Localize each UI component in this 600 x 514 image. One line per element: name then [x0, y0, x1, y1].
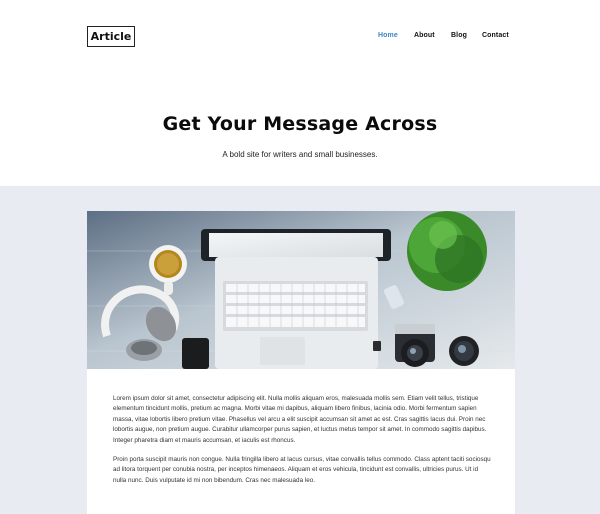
nav-blog[interactable]: Blog [451, 31, 467, 41]
hero-title: Get Your Message Across [162, 113, 438, 135]
camera-icon [395, 324, 435, 367]
article-card: Lorem ipsum dolor sit amet, consectetur … [87, 211, 515, 514]
site-header: Article Home About Blog Contact [0, 0, 600, 80]
plant-icon [407, 211, 487, 291]
nav-about[interactable]: About [414, 31, 435, 41]
article-paragraph: Lorem ipsum dolor sit amet, consectetur … [113, 395, 487, 444]
workspace-photo [87, 211, 515, 369]
main-nav: Home About Blog Contact [0, 31, 600, 43]
phone-icon [182, 338, 209, 369]
lens-icon [449, 336, 479, 366]
hero-subtitle: A bold site for writers and small busine… [222, 150, 378, 159]
article-body: Lorem ipsum dolor sit amet, consectetur … [113, 394, 491, 495]
nav-home[interactable]: Home [378, 31, 398, 41]
lens-cap-icon [373, 341, 381, 351]
nav-contact[interactable]: Contact [482, 31, 509, 41]
laptop-icon [201, 229, 391, 369]
article-paragraph: Proin porta suscipit mauris non congue. … [113, 456, 491, 484]
